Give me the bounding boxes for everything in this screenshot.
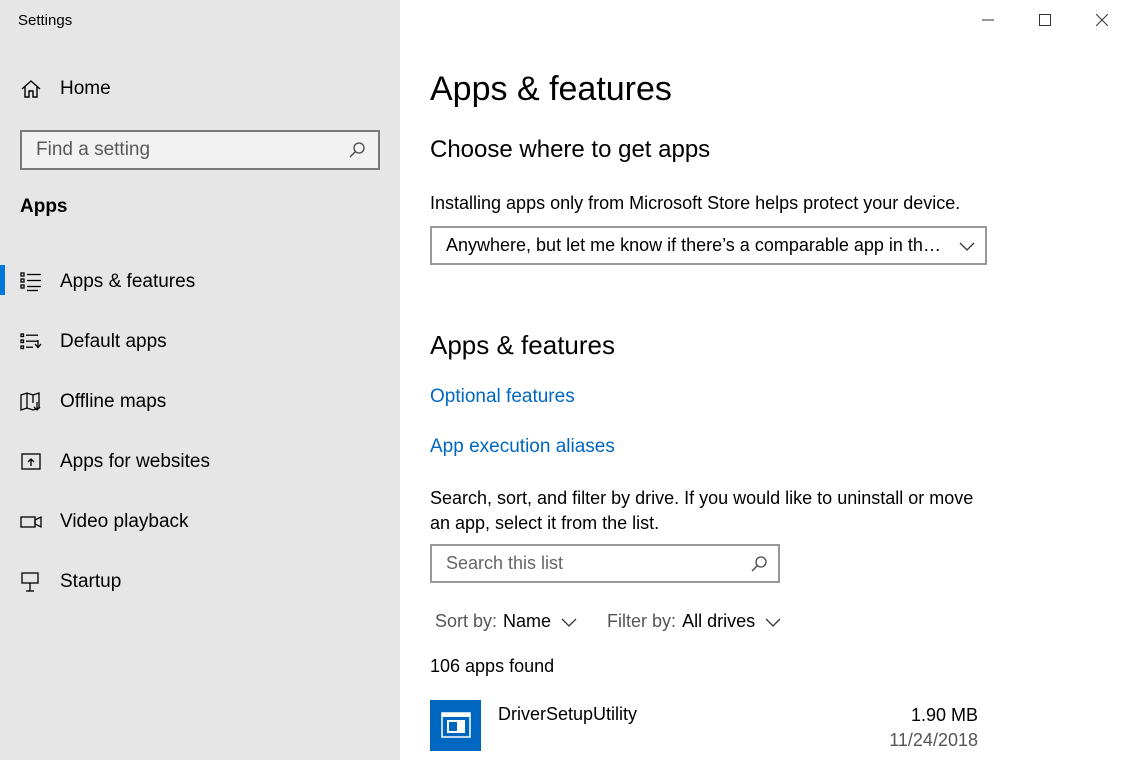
sort-dropdown[interactable]: Sort by: Name [435,611,577,632]
page-title: Apps & features [430,70,672,108]
default-apps-icon [20,333,42,350]
sidebar-item-startup[interactable]: Startup [0,552,400,612]
filter-value: All drives [682,611,756,631]
app-execution-aliases-link[interactable]: App execution aliases [430,436,615,458]
sidebar-item-label: Apps for websites [60,451,210,472]
app-size: 1.90 MB [910,705,978,725]
sidebar-item-offline-maps[interactable]: Offline maps [0,372,400,432]
startup-icon [21,572,39,592]
sidebar-item-label: Apps & features [60,271,196,292]
apps-list-description: Search, sort, and filter by drive. If yo… [430,488,974,533]
sidebar-item-video-playback[interactable]: Video playback [0,492,400,552]
app-source-dropdown[interactable]: Anywhere, but let me know if there’s a c… [430,226,987,265]
apps-features-icon [20,272,41,292]
apps-features-heading: Apps & features [430,330,615,360]
app-tile [430,700,481,751]
chevron-down-icon [561,618,577,627]
sidebar: Settings Home Apps Apps & features [0,0,400,760]
find-setting-input[interactable] [36,139,336,161]
window-title: Settings [18,12,73,29]
sidebar-item-label: Default apps [60,331,167,352]
sidebar-nav: Apps & features Default apps Offline map… [0,252,400,612]
app-name: DriverSetupUtility [498,704,638,724]
sidebar-section-label: Apps [20,196,68,217]
sort-filter-row: Sort by: Name Filter by: All drives [435,611,781,632]
sidebar-item-apps-for-websites[interactable]: Apps for websites [0,432,400,492]
sidebar-item-label: Offline maps [60,391,167,412]
search-list-input[interactable] [446,553,736,574]
sidebar-item-apps-features[interactable]: Apps & features [0,252,400,312]
app-date: 11/24/2018 [889,730,978,750]
sidebar-item-label: Video playback [60,511,189,532]
filter-dropdown[interactable]: Filter by: All drives [607,611,781,632]
search-list-box[interactable] [430,544,780,583]
filter-label: Filter by: [607,611,677,631]
sort-label: Sort by: [435,611,498,631]
optional-features-link[interactable]: Optional features [430,386,575,408]
app-source-value: Anywhere, but let me know if there’s a c… [446,235,946,255]
find-setting-box[interactable] [20,130,380,170]
app-list-item[interactable]: DriverSetupUtility 1.90 MB 11/24/2018 [430,700,980,756]
choose-apps-description: Installing apps only from Microsoft Stor… [430,193,961,213]
chevron-down-icon [765,618,781,627]
search-icon[interactable] [348,141,366,159]
choose-apps-heading: Choose where to get apps [430,136,711,163]
home-icon [21,80,41,98]
offline-maps-icon [20,392,41,411]
sort-value: Name [503,611,552,631]
sidebar-item-default-apps[interactable]: Default apps [0,312,400,372]
home-button[interactable]: Home [20,78,111,100]
video-playback-icon [20,515,42,529]
apps-count: 106 apps found [430,656,555,676]
home-label: Home [60,78,111,99]
chevron-down-icon [959,242,975,251]
apps-websites-icon [21,453,41,470]
sidebar-item-label: Startup [60,571,122,592]
main-content: Apps & features Choose where to get apps… [430,0,1110,760]
app-window-icon [441,712,471,738]
search-icon[interactable] [750,555,768,573]
